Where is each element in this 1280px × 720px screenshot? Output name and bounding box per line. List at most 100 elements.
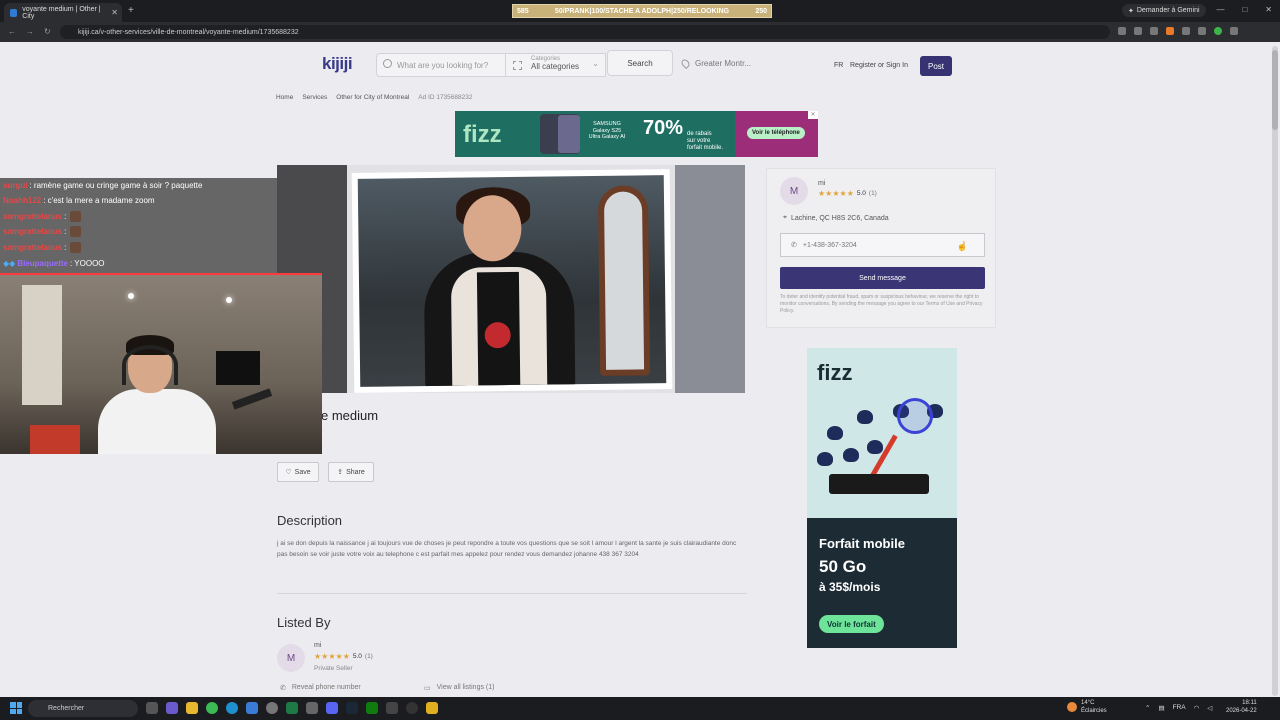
app-yellow-icon[interactable] [426, 702, 438, 714]
breadcrumb-home[interactable]: Home [276, 94, 293, 101]
taskbar-search[interactable]: Rechercher [28, 700, 138, 717]
gemini-button[interactable]: ✦ Demander à Gemini [1122, 4, 1206, 17]
ad-subtext: de rabais sur votre forfait mobile. [687, 131, 723, 153]
obs-icon[interactable] [406, 702, 418, 714]
steam-icon[interactable] [346, 702, 358, 714]
browser-tab[interactable]: voyante medium | Other | City ✕ [4, 3, 122, 22]
ad-product-text: SAMSUNG Galaxy S25 Ultra Galaxy AI [588, 121, 626, 141]
page-scrollbar[interactable] [1272, 46, 1278, 696]
ad-close-icon[interactable]: ✕ [808, 111, 818, 119]
banner-left-value: 585 [517, 7, 529, 15]
windows-start-icon[interactable] [10, 702, 22, 714]
copilot-icon[interactable] [166, 702, 178, 714]
search-icon [383, 59, 392, 68]
seller-name[interactable]: mi [818, 180, 825, 187]
network-icon[interactable]: ▤ [1158, 704, 1164, 712]
calculator-icon[interactable] [306, 702, 318, 714]
location-pin-icon: ⌖ [783, 214, 787, 221]
send-message-button[interactable]: Send message [780, 267, 985, 289]
ad-cta-button[interactable]: Voir le téléphone [747, 127, 805, 139]
minimize-icon[interactable]: — [1216, 5, 1224, 14]
excel-icon[interactable] [286, 702, 298, 714]
app-grid-icon[interactable] [386, 702, 398, 714]
window-close-icon[interactable]: ✕ [1265, 5, 1272, 14]
image-gallery[interactable] [277, 165, 745, 393]
scrollbar-thumb[interactable] [1272, 50, 1278, 130]
extensions-puzzle-icon[interactable] [1182, 27, 1190, 35]
ad-bug-icon [857, 410, 873, 424]
avatar[interactable]: M [780, 177, 808, 205]
volume-icon[interactable]: ◁ [1207, 704, 1212, 712]
reveal-phone-link[interactable]: ✆ Reveal phone number [280, 684, 361, 692]
avatar[interactable]: M [277, 644, 305, 672]
breadcrumb-category[interactable]: Other for City of Montreal [336, 94, 409, 101]
cam-ceiling-light [128, 293, 134, 299]
url-field[interactable]: kijiji.ca/v-other-services/ville-de-mont… [60, 25, 1110, 39]
new-tab-icon[interactable]: + [128, 5, 134, 16]
file-explorer-icon[interactable] [186, 702, 198, 714]
ad-brand-logo: fizz [463, 121, 502, 148]
post-ad-button[interactable]: Post [920, 56, 952, 76]
profile-avatar[interactable] [1214, 27, 1222, 35]
back-icon[interactable]: ← [8, 27, 16, 36]
app-icon[interactable] [246, 702, 258, 714]
chrome-icon[interactable] [206, 702, 218, 714]
forward-icon[interactable]: → [26, 27, 34, 36]
search-input[interactable]: What are you looking for? [376, 53, 506, 77]
search-button[interactable]: Search [607, 50, 673, 76]
cam-monitor [216, 351, 260, 385]
browser-tab-bar: voyante medium | Other | City ✕ + 585 50… [0, 0, 1280, 22]
translate-icon[interactable] [1118, 27, 1126, 35]
location-selector[interactable]: Greater Montr... [679, 54, 751, 72]
language-indicator[interactable]: FRA [1173, 704, 1186, 712]
seller-location[interactable]: ⌖ Lachine, QC H8S 2C6, Canada [783, 214, 889, 222]
taskbar: Rechercher 14°C Éclaircies ⌃ ▤ FRA ◠ ◁ 1… [0, 697, 1280, 720]
seller-name[interactable]: mi [314, 642, 321, 649]
gallery-next-image[interactable] [675, 165, 745, 393]
maximize-icon[interactable]: □ [1242, 5, 1247, 14]
kijiji-logo[interactable]: kijiji [322, 54, 353, 74]
chat-text: : [64, 212, 67, 221]
side-banner-ad[interactable]: fizz Forfait mobile 50 Go à 35$/mois Voi… [807, 348, 957, 648]
ad-phone-image [829, 474, 929, 494]
register-sign-in-link[interactable]: Register or Sign In [850, 62, 908, 69]
webcam-overlay [0, 273, 322, 454]
menu-kebab-icon[interactable] [1230, 27, 1238, 35]
reveal-phone-label: Reveal phone number [291, 684, 361, 691]
top-banner-ad[interactable]: fizz SAMSUNG Galaxy S25 Ultra Galaxy AI … [455, 111, 818, 157]
cast-icon[interactable] [1134, 27, 1142, 35]
ad-cta-button[interactable]: Voir le forfait [819, 615, 884, 633]
save-button[interactable]: ♡ Save [277, 462, 319, 482]
ad-sub-3: forfait mobile. [687, 145, 724, 152]
weather-widget[interactable]: 14°C Éclaircies [1067, 700, 1107, 715]
task-view-icon[interactable] [146, 702, 158, 714]
bookmark-star-icon[interactable] [1150, 27, 1158, 35]
discord-icon[interactable] [326, 702, 338, 714]
phone-field[interactable]: ✆ +1-438-367-3204 ☝ [780, 233, 985, 257]
extension-icon[interactable] [1166, 27, 1174, 35]
clock[interactable]: 18:11 2026-04-22 [1226, 700, 1257, 715]
listing-photo[interactable] [351, 169, 673, 393]
settings-gear-icon[interactable] [266, 702, 278, 714]
tab-close-icon[interactable]: ✕ [111, 8, 118, 17]
rating-count: (1) [364, 653, 373, 660]
language-toggle[interactable]: FR [834, 62, 843, 69]
hand-cursor-icon: ☝ [956, 241, 968, 251]
share-icon: ⇪ [337, 469, 344, 476]
reload-icon[interactable]: ↻ [44, 27, 51, 36]
breadcrumb-ad-id: Ad ID 1735688232 [418, 94, 473, 101]
gemini-label: Demander à Gemini [1136, 7, 1200, 14]
taskbar-apps [146, 702, 438, 714]
breadcrumb-services[interactable]: Services [302, 94, 327, 101]
category-select[interactable]: Categories All categories ⌄ [506, 53, 606, 77]
view-all-listings-link[interactable]: ▭ View all listings (1) [424, 684, 494, 692]
ad-headline-3: à 35$/mois [819, 580, 881, 594]
share-button[interactable]: ⇪ Share [328, 462, 374, 482]
sidebar-icon[interactable] [1198, 27, 1206, 35]
phone-icon: ✆ [791, 242, 797, 249]
xbox-icon[interactable] [366, 702, 378, 714]
wifi-icon[interactable]: ◠ [1194, 704, 1200, 712]
photo-content [357, 175, 667, 387]
edge-icon[interactable] [226, 702, 238, 714]
tray-chevron-icon[interactable]: ⌃ [1145, 704, 1150, 712]
